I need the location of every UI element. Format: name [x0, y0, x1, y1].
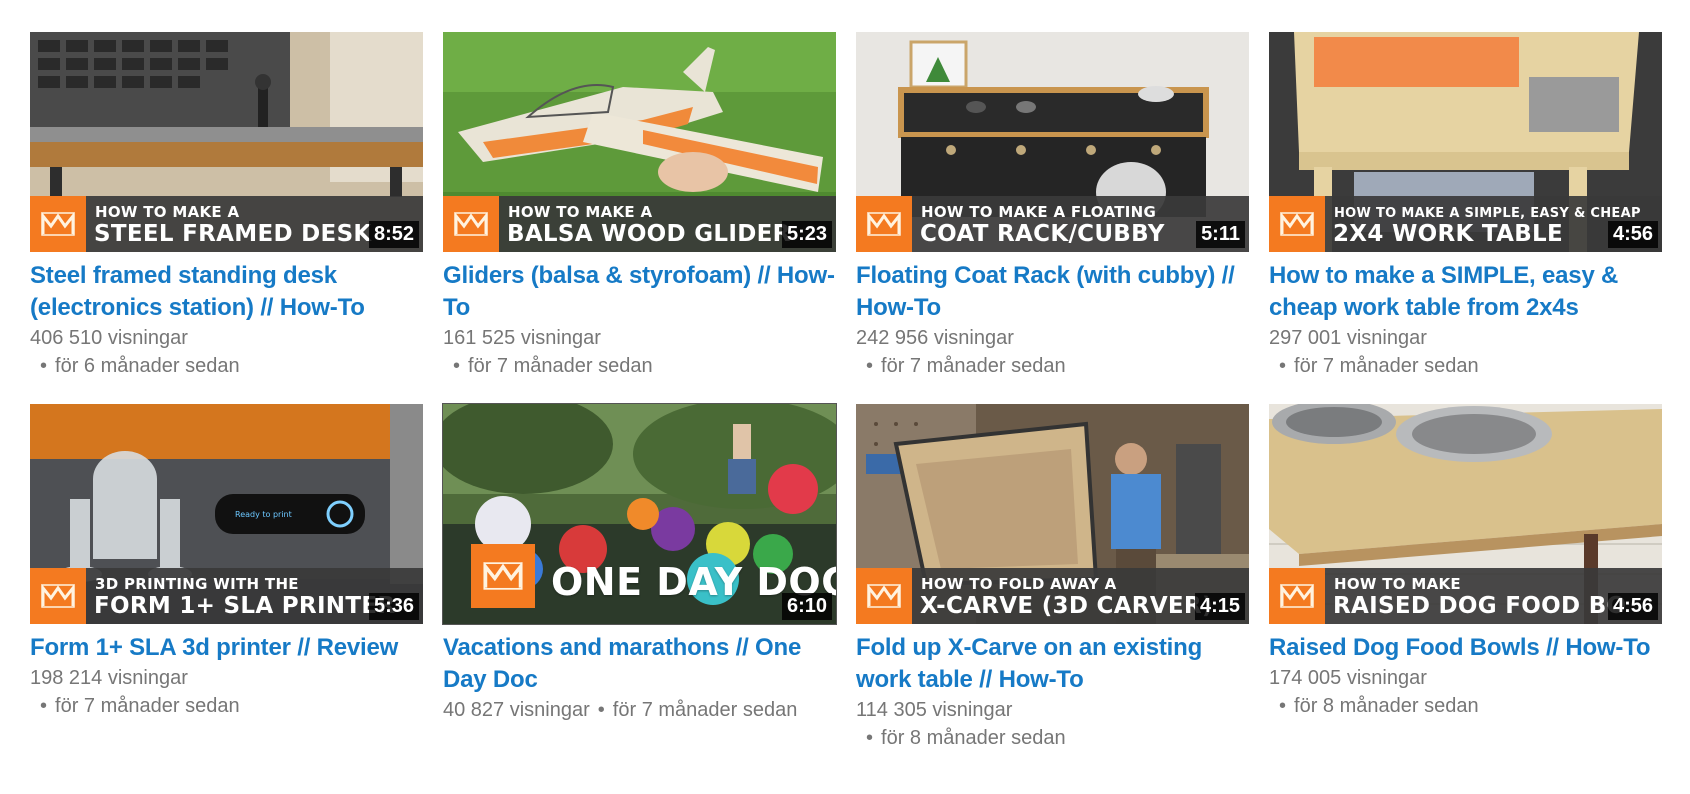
- video-title-link[interactable]: Gliders (balsa & styrofoam) // How-To: [443, 260, 836, 324]
- video-thumbnail[interactable]: HOW TO MAKE A SIMPLE, EASY & CHEAP 2X4 W…: [1269, 32, 1662, 252]
- video-thumbnail[interactable]: HOW TO FOLD AWAY A X-CARVE (3D CARVER) 4…: [856, 404, 1249, 624]
- video-duration: 8:52: [368, 221, 419, 248]
- video-title-link[interactable]: How to make a SIMPLE, easy & cheap work …: [1269, 260, 1662, 324]
- maker-logo-icon: [856, 568, 912, 624]
- thumbnail-caption-small: HOW TO MAKE A FLOATING: [921, 203, 1157, 221]
- video-thumbnail[interactable]: ONE DAY DOC 6:10: [442, 403, 837, 625]
- video-title-link[interactable]: Form 1+ SLA 3d printer // Review: [30, 632, 423, 664]
- thumbnail-caption-small: HOW TO MAKE A: [95, 203, 240, 221]
- video-title-link[interactable]: Floating Coat Rack (with cubby) // How-T…: [856, 260, 1249, 324]
- meta-separator: •: [866, 727, 874, 749]
- upload-age-row: • för 6 månader sedan: [30, 352, 423, 380]
- svg-text:Ready to print: Ready to print: [235, 510, 292, 519]
- thumbnail-caption-small: HOW TO MAKE: [1334, 575, 1461, 593]
- view-count: 40 827 visningar: [443, 699, 590, 721]
- video-card: HOW TO MAKE A STEEL FRAMED DESK 8:52 Ste…: [30, 32, 423, 380]
- video-title-link[interactable]: Vacations and marathons // One Day Doc: [443, 632, 836, 696]
- thumbnail-caption-big: FORM 1+ SLA PRINTER: [94, 593, 396, 619]
- thumbnail-caption-small: HOW TO MAKE A SIMPLE, EASY & CHEAP: [1334, 206, 1641, 221]
- video-title-link[interactable]: Steel framed standing desk (electronics …: [30, 260, 423, 324]
- maker-logo-icon: [471, 544, 535, 608]
- video-duration: 5:11: [1196, 221, 1245, 248]
- video-duration: 6:10: [781, 593, 832, 620]
- meta-separator: •: [866, 355, 874, 377]
- video-card: Ready to print 3D PRINTING WITH THE FORM…: [30, 404, 423, 752]
- upload-age-row: • för 7 månader sedan: [1269, 352, 1662, 380]
- video-thumbnail[interactable]: HOW TO MAKE A BALSA WOOD GLIDER 5:23: [443, 32, 836, 252]
- video-thumbnail[interactable]: HOW TO MAKE A STEEL FRAMED DESK 8:52: [30, 32, 423, 252]
- view-count: 297 001 visningar: [1269, 327, 1427, 349]
- thumbnail-caption-big: 2X4 WORK TABLE: [1333, 221, 1564, 247]
- thumbnail-caption-big: X-CARVE (3D CARVER): [920, 593, 1213, 619]
- view-count: 406 510 visningar: [30, 327, 188, 349]
- video-card: HOW TO MAKE A BALSA WOOD GLIDER 5:23 Gli…: [443, 32, 836, 380]
- maker-logo-icon: [1269, 568, 1325, 624]
- video-thumbnail[interactable]: HOW TO MAKE A FLOATING COAT RACK/CUBBY 5…: [856, 32, 1249, 252]
- upload-age-row: • för 8 månader sedan: [1269, 692, 1662, 720]
- video-duration: 5:23: [781, 221, 832, 248]
- upload-age: för 8 månader sedan: [881, 727, 1066, 749]
- upload-age: för 6 månader sedan: [55, 355, 240, 377]
- video-thumbnail[interactable]: HOW TO MAKE RAISED DOG FOOD BO 4:56: [1269, 404, 1662, 624]
- thumbnail-caption-big: BALSA WOOD GLIDER: [507, 221, 791, 247]
- meta-separator: •: [1279, 355, 1287, 377]
- maker-logo-icon: [30, 196, 86, 252]
- upload-age: för 7 månader sedan: [881, 355, 1066, 377]
- thumbnail-caption-small: HOW TO FOLD AWAY A: [921, 575, 1117, 593]
- view-count: 198 214 visningar: [30, 667, 188, 689]
- upload-age: för 7 månader sedan: [1294, 355, 1479, 377]
- upload-age: för 7 månader sedan: [55, 695, 240, 717]
- video-card: HOW TO MAKE A FLOATING COAT RACK/CUBBY 5…: [856, 32, 1249, 380]
- thumbnail-caption-small: 3D PRINTING WITH THE: [95, 575, 299, 593]
- video-duration: 4:15: [1194, 593, 1245, 620]
- video-title-link[interactable]: Raised Dog Food Bowls // How-To: [1269, 632, 1662, 664]
- maker-logo-icon: [443, 196, 499, 252]
- video-card: HOW TO MAKE RAISED DOG FOOD BO 4:56 Rais…: [1269, 404, 1662, 752]
- meta-separator: •: [453, 355, 461, 377]
- video-card: HOW TO FOLD AWAY A X-CARVE (3D CARVER) 4…: [856, 404, 1249, 752]
- video-card: ONE DAY DOC 6:10 Vacations and marathons…: [442, 403, 837, 752]
- video-card: HOW TO MAKE A SIMPLE, EASY & CHEAP 2X4 W…: [1269, 32, 1662, 380]
- video-duration: 4:56: [1607, 593, 1658, 620]
- upload-age-row: • för 8 månader sedan: [856, 724, 1249, 752]
- meta-separator: •: [597, 699, 605, 721]
- view-count: 114 305 visningar: [856, 699, 1013, 721]
- thumbnail-caption-big: STEEL FRAMED DESK: [94, 221, 372, 247]
- upload-age: för 7 månader sedan: [612, 699, 798, 721]
- maker-logo-icon: [30, 568, 86, 624]
- upload-age-row: • för 7 månader sedan: [443, 352, 836, 380]
- upload-age-row: • för 7 månader sedan: [856, 352, 1249, 380]
- upload-age: för 7 månader sedan: [468, 355, 653, 377]
- meta-separator: •: [40, 695, 48, 717]
- view-and-age-row: 40 827 visningar • för 7 månader sedan: [443, 696, 836, 724]
- video-duration: 4:56: [1607, 221, 1658, 248]
- maker-logo-icon: [1269, 196, 1325, 252]
- thumbnail-caption-big: RAISED DOG FOOD BO: [1333, 593, 1627, 619]
- thumbnail-caption-small: HOW TO MAKE A: [508, 203, 653, 221]
- video-thumbnail[interactable]: Ready to print 3D PRINTING WITH THE FORM…: [30, 404, 423, 624]
- view-count: 174 005 visningar: [1269, 667, 1427, 689]
- meta-separator: •: [40, 355, 48, 377]
- video-title-link[interactable]: Fold up X-Carve on an existing work tabl…: [856, 632, 1249, 696]
- maker-logo-icon: [856, 196, 912, 252]
- thumbnail-caption-big: COAT RACK/CUBBY: [920, 221, 1165, 247]
- video-grid: HOW TO MAKE A STEEL FRAMED DESK 8:52 Ste…: [30, 32, 1662, 752]
- view-count: 242 956 visningar: [856, 327, 1014, 349]
- meta-separator: •: [1279, 695, 1287, 717]
- upload-age: för 8 månader sedan: [1294, 695, 1479, 717]
- video-duration: 5:36: [368, 593, 419, 620]
- view-count: 161 525 visningar: [443, 327, 601, 349]
- upload-age-row: • för 7 månader sedan: [30, 692, 423, 720]
